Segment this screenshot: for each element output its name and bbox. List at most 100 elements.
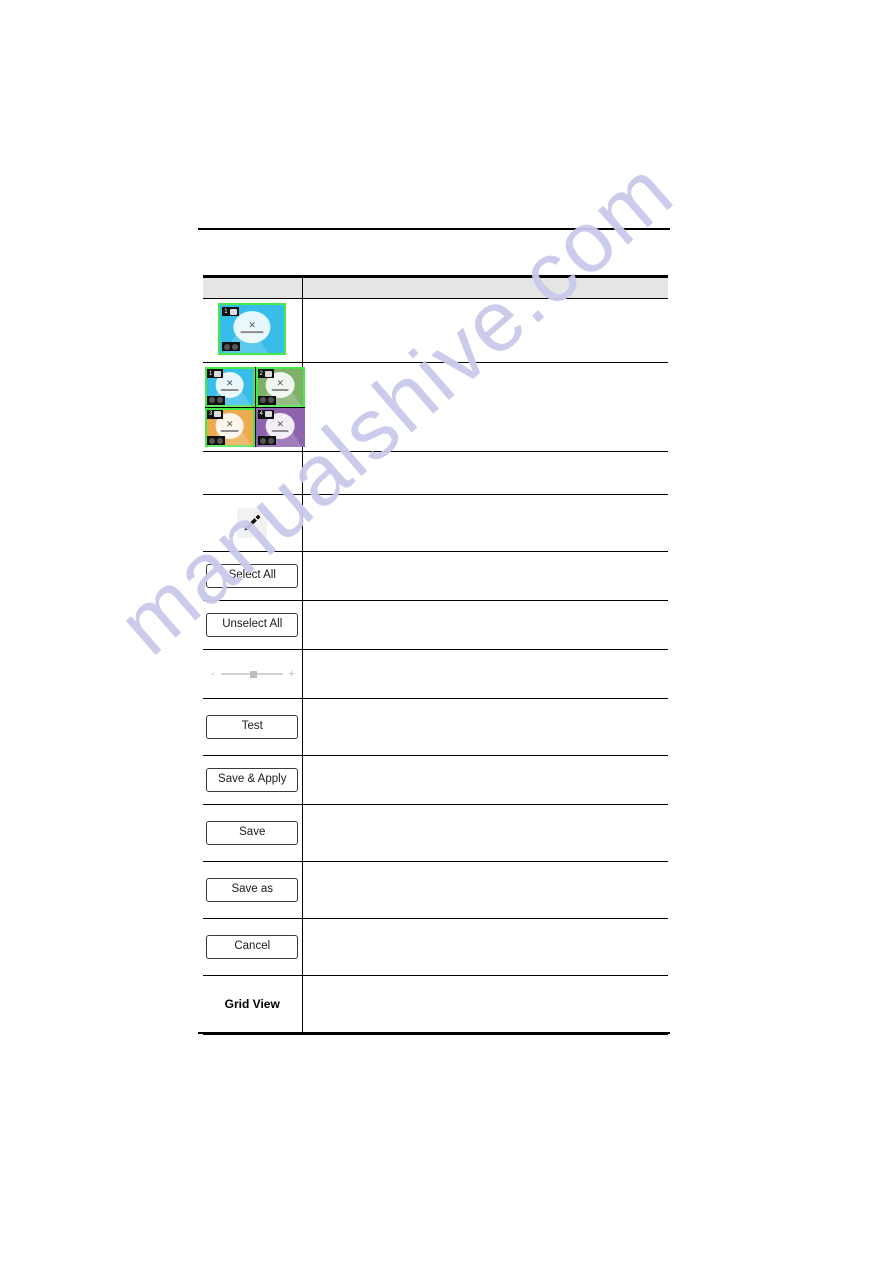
grid-view-label: Grid View bbox=[224, 997, 280, 1011]
camera-panel-2[interactable]: ✕ 2 bbox=[255, 367, 305, 407]
no-signal-x-icon: ✕ bbox=[276, 418, 285, 429]
no-signal-label bbox=[271, 389, 290, 392]
camera-panel-1[interactable]: ✕ 1 bbox=[205, 367, 255, 407]
table-row: Save as bbox=[203, 861, 668, 919]
select-all-button[interactable]: Select All bbox=[206, 563, 299, 589]
camera-audio-icon[interactable] bbox=[267, 397, 274, 403]
unselect-all-button[interactable]: Unselect All bbox=[206, 612, 299, 638]
camera-menu-icon[interactable] bbox=[214, 411, 222, 417]
cell-description bbox=[302, 362, 668, 452]
zoom-in-icon[interactable]: + bbox=[288, 668, 295, 680]
cell-description bbox=[302, 804, 668, 862]
camera-menu-icon[interactable] bbox=[264, 411, 272, 417]
cell-description bbox=[302, 649, 668, 699]
table-header-row bbox=[203, 275, 668, 299]
camera-index-label: 3 bbox=[209, 411, 213, 417]
save-as-button[interactable]: Save as bbox=[206, 877, 299, 903]
zoom-slider[interactable]: - + bbox=[209, 663, 295, 685]
save-button[interactable]: Save bbox=[206, 820, 299, 846]
cancel-button[interactable]: Cancel bbox=[206, 934, 299, 960]
camera-index-label: 4 bbox=[259, 411, 263, 417]
camera-menu-icon[interactable] bbox=[214, 370, 222, 377]
cell-save-apply: Save & Apply bbox=[203, 755, 303, 805]
table-row: ✕ 1 bbox=[203, 298, 668, 363]
camera-top-bar: 2 bbox=[257, 369, 274, 378]
camera-panel-grid[interactable]: ✕ 1 ✕ 2 ✕ 3 ✕ 4 bbox=[205, 367, 305, 447]
camera-index-label: 1 bbox=[209, 370, 213, 377]
table-row bbox=[203, 451, 668, 495]
camera-audio-icon[interactable] bbox=[267, 437, 274, 444]
cell-description bbox=[302, 975, 668, 1035]
cell-save-as: Save as bbox=[203, 861, 303, 919]
cell-save: Save bbox=[203, 804, 303, 862]
save-and-apply-button[interactable]: Save & Apply bbox=[206, 767, 299, 793]
camera-audio-icon[interactable] bbox=[232, 343, 239, 350]
table-row: ✕ 1 bbox=[203, 362, 668, 452]
pencil-icon bbox=[244, 515, 261, 531]
camera-top-bar: 4 bbox=[257, 409, 274, 419]
camera-index-label: 2 bbox=[259, 370, 263, 377]
table-row: Unselect All bbox=[203, 600, 668, 650]
camera-record-icon[interactable] bbox=[224, 343, 231, 350]
cell-grid-view: Grid View bbox=[203, 975, 303, 1035]
no-signal-disc: ✕ bbox=[233, 311, 271, 343]
camera-bottom-bar bbox=[222, 342, 241, 351]
slider-thumb[interactable] bbox=[249, 670, 257, 678]
table-row: Cancel bbox=[203, 918, 668, 976]
camera-top-bar: 1 bbox=[222, 307, 239, 316]
camera-top-bar: 1 bbox=[207, 369, 224, 378]
camera-bottom-bar bbox=[207, 436, 225, 445]
camera-audio-icon[interactable] bbox=[217, 397, 223, 403]
cell-cancel: Cancel bbox=[203, 918, 303, 976]
camera-panel-3[interactable]: ✕ 3 bbox=[205, 407, 255, 447]
cell-single-view-thumbnail: ✕ 1 bbox=[203, 298, 303, 363]
cell-description bbox=[302, 494, 668, 552]
edit-button[interactable] bbox=[237, 508, 268, 538]
cell-test: Test bbox=[203, 698, 303, 756]
no-signal-x-icon: ✕ bbox=[225, 418, 234, 429]
cell-edit-icon bbox=[203, 494, 303, 552]
cell-grid-view-thumbnail: ✕ 1 ✕ 2 ✕ 3 ✕ 4 bbox=[203, 362, 305, 452]
no-signal-label bbox=[220, 389, 239, 392]
camera-record-icon[interactable] bbox=[259, 397, 266, 403]
table-row: Select All bbox=[203, 551, 668, 601]
test-button[interactable]: Test bbox=[206, 714, 299, 740]
no-signal-label bbox=[240, 331, 264, 334]
no-signal-label bbox=[220, 429, 239, 432]
camera-menu-icon[interactable] bbox=[264, 370, 272, 377]
table-row: Save & Apply bbox=[203, 755, 668, 805]
no-signal-x-icon: ✕ bbox=[225, 378, 234, 389]
camera-audio-icon[interactable] bbox=[217, 437, 223, 444]
camera-record-icon[interactable] bbox=[259, 437, 266, 444]
no-signal-x-icon: ✕ bbox=[248, 320, 257, 331]
table-row bbox=[203, 494, 668, 552]
table-row: Test bbox=[203, 698, 668, 756]
camera-panel-single[interactable]: ✕ 1 bbox=[218, 303, 287, 355]
cell-select-all: Select All bbox=[203, 551, 303, 601]
cell-description bbox=[302, 451, 668, 495]
header-rule bbox=[198, 228, 670, 230]
zoom-out-icon[interactable]: - bbox=[209, 668, 216, 680]
camera-bottom-bar bbox=[257, 436, 276, 445]
camera-panel-4[interactable]: ✕ 4 bbox=[255, 407, 305, 447]
camera-menu-icon[interactable] bbox=[229, 308, 237, 315]
table-row: Save bbox=[203, 804, 668, 862]
table-row: - + bbox=[203, 649, 668, 699]
cell-zoom-slider: - + bbox=[203, 649, 303, 699]
camera-index-label: 1 bbox=[224, 308, 228, 315]
cell-description bbox=[302, 298, 668, 363]
cell-description bbox=[302, 600, 668, 650]
camera-record-icon[interactable] bbox=[209, 397, 215, 403]
camera-record-icon[interactable] bbox=[209, 437, 215, 444]
camera-bottom-bar bbox=[207, 395, 225, 405]
cell-description bbox=[302, 698, 668, 756]
feature-reference-table: ✕ 1 ✕ 1 ✕ 2 ✕ 3 ✕ 4 Select All Unselect … bbox=[203, 275, 668, 1035]
cell-description bbox=[302, 918, 668, 976]
cell-description bbox=[302, 755, 668, 805]
cell-empty bbox=[203, 451, 303, 495]
no-signal-x-icon: ✕ bbox=[276, 378, 285, 389]
cell-unselect-all: Unselect All bbox=[203, 600, 303, 650]
camera-bottom-bar bbox=[257, 395, 276, 405]
slider-track[interactable] bbox=[221, 670, 284, 678]
no-signal-label bbox=[271, 429, 290, 432]
